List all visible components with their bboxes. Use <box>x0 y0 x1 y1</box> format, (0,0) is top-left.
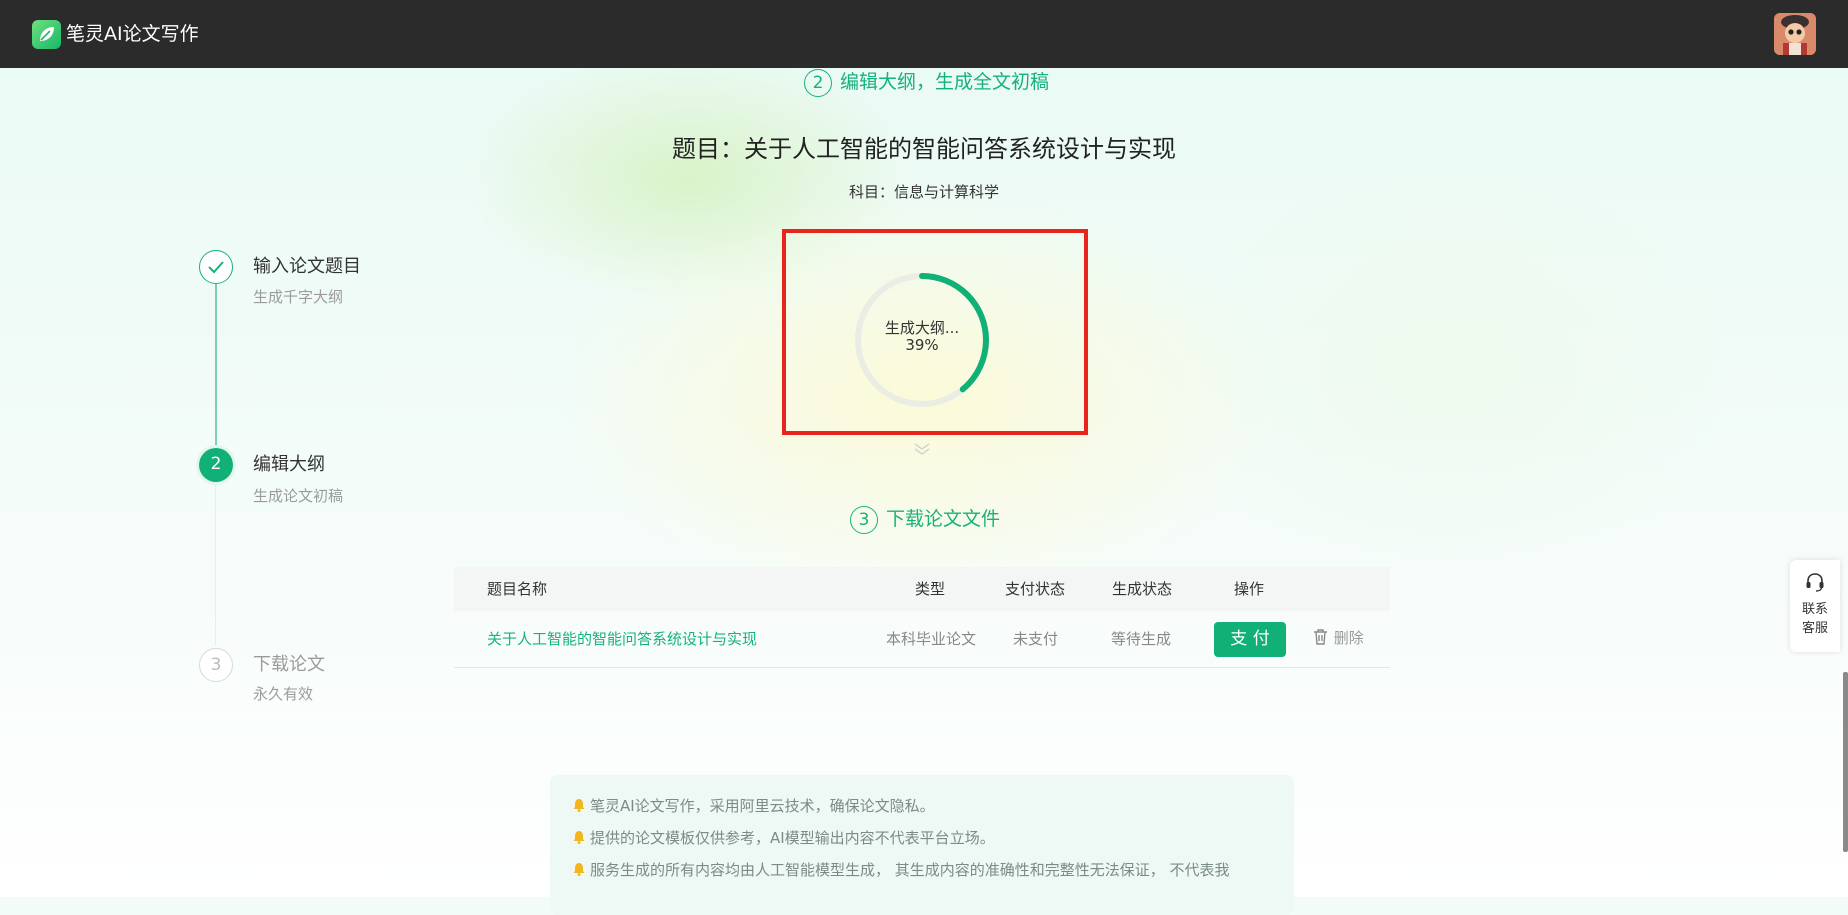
step-connector-pending <box>215 482 216 646</box>
subject-label: 科目：信息与计算科学 <box>848 183 999 201</box>
header-actions: 操作 <box>1234 580 1265 598</box>
service-label: 联系 客服 <box>1801 602 1828 636</box>
section-2-heading: 2 编辑大纲，生成全文初稿 <box>804 68 1049 97</box>
headset-icon <box>1804 571 1826 597</box>
header-name: 题目名称 <box>487 580 548 598</box>
table-header: 题目名称 类型 支付状态 生成状态 操作 <box>454 567 1390 611</box>
progress-percent-text: 39% <box>905 336 939 354</box>
progress-status-text: 生成大纲... <box>884 319 960 337</box>
step-2-title: 编辑大纲 <box>253 454 325 475</box>
row-gen-status: 等待生成 <box>1111 630 1172 648</box>
user-avatar[interactable] <box>1774 13 1816 55</box>
step-connector-done <box>215 284 217 448</box>
header-type: 类型 <box>915 580 946 598</box>
notice-line-1: 笔灵AI论文写作，采用阿里云技术，确保论文隐私。 <box>572 795 935 817</box>
scrollbar[interactable] <box>1843 672 1848 852</box>
app-title[interactable]: 笔灵AI论文写作 <box>66 20 199 48</box>
bell-icon <box>572 860 586 876</box>
step-3-title: 下载论文 <box>253 654 325 675</box>
step-3-subtitle: 永久有效 <box>253 685 314 703</box>
header-pay-status: 支付状态 <box>1005 580 1066 598</box>
notice-box: 笔灵AI论文写作，采用阿里云技术，确保论文隐私。 提供的论文模板仅供参考，AI模… <box>550 775 1294 915</box>
step-1-subtitle: 生成千字大纲 <box>253 288 344 306</box>
section-3-number: 3 <box>850 505 878 534</box>
step-3-marker: 3 <box>199 648 233 682</box>
bell-icon <box>572 828 586 844</box>
bell-icon <box>572 796 586 812</box>
customer-service-button[interactable]: 联系 客服 <box>1790 560 1840 652</box>
delete-label: 删除 <box>1333 629 1364 647</box>
section-3-heading: 3 下载论文文件 <box>850 505 1000 534</box>
files-table: 题目名称 类型 支付状态 生成状态 操作 关于人工智能的智能问答系统设计与实现 … <box>454 567 1390 668</box>
row-pay-status: 未支付 <box>1013 630 1059 648</box>
step-2-marker: 2 <box>199 448 233 482</box>
section-2-label: 编辑大纲，生成全文初稿 <box>840 71 1050 93</box>
row-topic-link[interactable]: 关于人工智能的智能问答系统设计与实现 <box>487 629 757 649</box>
step-1-check-icon <box>199 250 233 284</box>
topic-title: 题目：关于人工智能的智能问答系统设计与实现 <box>672 135 1176 163</box>
delete-button[interactable]: 删除 <box>1312 626 1364 653</box>
row-type: 本科毕业论文 <box>886 630 977 648</box>
notice-line-2: 提供的论文模板仅供参考，AI模型输出内容不代表平台立场。 <box>572 827 995 849</box>
trash-icon <box>1312 628 1329 653</box>
notice-line-3: 服务生成的所有内容均由人工智能模型生成， 其生成内容的准确性和完整性无法保证， … <box>572 859 1230 881</box>
pay-button[interactable]: 支 付 <box>1214 622 1286 657</box>
section-3-label: 下载论文文件 <box>886 508 1001 530</box>
chevron-down-icon <box>913 441 931 461</box>
table-row: 关于人工智能的智能问答系统设计与实现 本科毕业论文 未支付 等待生成 支 付 删… <box>454 611 1390 668</box>
step-1-title: 输入论文题目 <box>253 256 361 277</box>
section-2-number: 2 <box>804 68 832 97</box>
progress-label: 生成大纲... 39% <box>850 320 994 354</box>
top-bar: 笔灵AI论文写作 <box>0 0 1848 68</box>
header-gen-status: 生成状态 <box>1112 580 1173 598</box>
leaf-logo-icon[interactable] <box>32 20 61 49</box>
step-2-subtitle: 生成论文初稿 <box>253 487 344 505</box>
